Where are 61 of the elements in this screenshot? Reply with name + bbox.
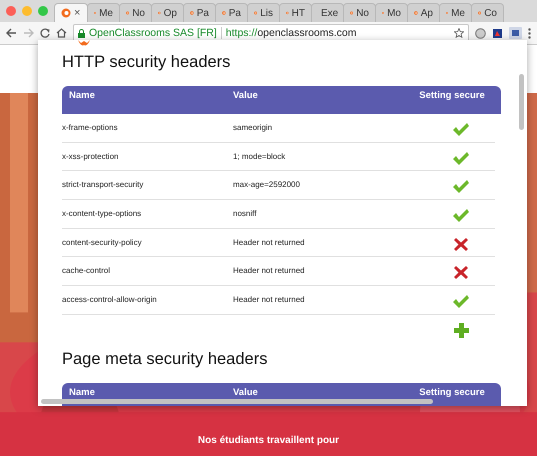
reload-icon[interactable] bbox=[40, 28, 50, 38]
site-identity: OpenClassrooms SAS [FR] bbox=[89, 27, 222, 39]
browser-tab[interactable]: Me bbox=[439, 3, 472, 22]
browser-tab[interactable]: × bbox=[54, 3, 88, 22]
extension-icon[interactable] bbox=[492, 28, 503, 38]
browser-tab[interactable]: Ap bbox=[407, 3, 440, 22]
cross-icon bbox=[453, 265, 469, 280]
column-header: Name bbox=[68, 386, 95, 400]
checkmark-icon bbox=[452, 208, 470, 224]
favicon-icon bbox=[61, 8, 71, 18]
browser-tab[interactable]: No bbox=[119, 3, 152, 22]
lock-icon bbox=[78, 28, 85, 38]
plus-icon[interactable] bbox=[454, 322, 468, 338]
cross-icon bbox=[453, 236, 469, 252]
header-value: Header not returned bbox=[233, 236, 306, 249]
header-value: Header not returned bbox=[233, 265, 306, 278]
home-icon[interactable] bbox=[56, 28, 67, 38]
url-scheme: https:// bbox=[226, 27, 258, 39]
column-header: Value bbox=[233, 386, 258, 400]
column-header: Setting secure bbox=[419, 90, 485, 103]
header-name: x-frame-options bbox=[62, 122, 119, 134]
browser-tab[interactable]: Exe bbox=[311, 3, 344, 22]
logo-icon bbox=[78, 40, 90, 47]
header-name: cache-control bbox=[62, 265, 112, 278]
column-header: Setting secure bbox=[419, 386, 485, 400]
browser-tab[interactable]: Me bbox=[87, 3, 120, 22]
header-name: x-content-type-options bbox=[62, 208, 142, 220]
section-heading: Page meta security headers bbox=[62, 350, 268, 368]
menu-icon[interactable] bbox=[528, 28, 531, 38]
header-value: 1; mode=block bbox=[233, 150, 286, 163]
column-header: Name bbox=[68, 90, 95, 103]
url-host: openclassrooms.com bbox=[257, 27, 357, 39]
column-header: Value bbox=[233, 90, 258, 103]
star-icon[interactable] bbox=[454, 28, 464, 38]
section-heading: HTTP security headers bbox=[62, 53, 232, 72]
back-icon[interactable] bbox=[6, 28, 17, 38]
browser-tab[interactable]: HT bbox=[279, 3, 312, 22]
browser-tab[interactable]: Pa bbox=[215, 3, 248, 22]
checkmark-icon bbox=[452, 294, 470, 310]
checkmark-icon bbox=[452, 122, 470, 137]
header-value: nosniff bbox=[233, 208, 258, 220]
banner-text: Nos étudiants travaillent pour bbox=[196, 435, 340, 446]
browser-tab[interactable]: Mo bbox=[375, 3, 408, 22]
browser-tab[interactable]: Op bbox=[151, 3, 184, 22]
header-name: x-xss-protection bbox=[62, 150, 120, 163]
browser-tab[interactable]: No bbox=[343, 3, 376, 22]
checkmark-icon bbox=[452, 150, 470, 166]
checkmark-icon bbox=[452, 179, 470, 194]
horizontal-scrollbar[interactable] bbox=[41, 399, 433, 404]
header-name: access-control-allow-origin bbox=[62, 294, 158, 306]
browser-tab[interactable]: Pa bbox=[183, 3, 216, 22]
header-name: content-security-policy bbox=[62, 236, 143, 249]
header-value: max-age=2592000 bbox=[233, 179, 301, 192]
close-tab-icon[interactable]: × bbox=[74, 7, 80, 19]
header-value: Header not returned bbox=[233, 294, 306, 306]
header-name: strict-transport-security bbox=[62, 179, 144, 192]
extension-icon[interactable] bbox=[509, 27, 522, 39]
browser-tab[interactable]: Co bbox=[471, 3, 504, 22]
vertical-scrollbar[interactable] bbox=[519, 74, 524, 130]
header-value: sameorigin bbox=[233, 122, 274, 134]
browser-tab[interactable]: Lis bbox=[247, 3, 280, 22]
